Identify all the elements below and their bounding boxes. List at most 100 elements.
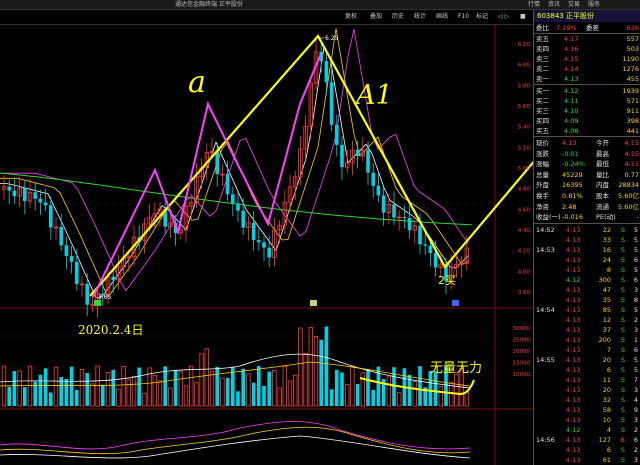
tick-row: 4.13 58 S 9 [566,406,638,414]
candle-body [407,217,412,231]
high-price-label: 6.25 [325,35,339,42]
candle-body [64,245,69,256]
tick-row: 4.12 300 S 6 [566,276,638,284]
candle-body [366,150,370,173]
ma-line [0,29,469,292]
volume-axis-label: 15000 [513,361,531,367]
volume-bar [75,390,79,406]
candle-body [428,245,433,254]
volume-bar [183,385,189,407]
volume-bar [64,379,69,406]
tick-row: 4.13 7 S 6 [566,346,638,354]
candle-body [241,210,245,228]
tick-row: 4.13 12 S 2 [566,316,638,324]
candle-body [111,276,115,280]
volume-bar [121,366,126,407]
price-axis-label: 4.40 [518,228,531,234]
tick-row: 4.13 8 S 5 [566,266,638,274]
volume-bar [188,365,194,407]
tick-row: 4.13 10 S 3 [566,416,638,424]
volume-axis: 30000 25000 20000 15000 10000 [513,326,531,378]
wave-a1-label: A1 [353,80,393,111]
volume-bars [1,326,469,407]
adjust-button[interactable]: 复权 [345,11,357,23]
indicator-line [0,421,471,450]
candle-body [433,253,438,268]
overlay-button[interactable]: 叠加 [370,11,382,23]
volume-bar [53,366,59,407]
price-axis-label: 5.20 [518,145,531,151]
candle-body [418,225,422,245]
volume-bar [335,369,339,406]
tick-row: 4.13 61 S 3 [566,456,638,464]
quote-header: 603843 正平股份 [534,10,640,22]
volume-bar [308,327,313,407]
weibi-row: 委比 7.29% 委差 626 [536,24,639,32]
volume-bar [220,377,225,407]
stats-button[interactable]: 统计 [414,11,426,23]
volume-bar [257,366,261,406]
volume-bar [303,352,308,407]
volume-bar [137,367,141,406]
mark-button[interactable]: 标记 [476,11,488,23]
candle-body [59,227,63,246]
menu-item-trade[interactable]: 交易 [568,1,580,8]
bid-row: 买三 4.10 911 [536,107,639,115]
candle-body [75,261,79,285]
f10-button[interactable]: F10 [458,11,469,23]
history-button[interactable]: 历史 [392,11,404,23]
tick-row: 4.13 200 S 1 [566,336,638,344]
volume-bar [350,365,355,407]
day-marker-icon [452,300,459,306]
volume-bar [152,374,157,407]
volume-bar [418,366,422,406]
menu-item-news[interactable]: 资讯 [548,1,560,8]
volume-bar [101,384,105,406]
volume-bar [272,370,277,407]
buy-point-label: 2买 [438,274,456,287]
volume-bar [116,388,121,407]
volume-bar [433,371,438,406]
chart-toolbar: 复权 叠加 历史 统计 画线 F10 标记 ◁ ▷ ■ [0,10,532,25]
tick-row: 14:55 4.13 20 S 5 [536,356,638,364]
volume-bar [438,386,443,407]
price-axis-label: 5.40 [518,125,531,131]
stat-row: 外盘 16395 内盘 28834 [536,181,639,190]
candles-group [1,38,469,318]
menu-item-quotes[interactable]: 行情 [528,1,540,8]
candle-body [423,244,427,246]
volume-axis-label: 10000 [513,372,531,378]
price-axis-label: 4.00 [518,269,531,275]
price-axis-label: 4.60 [518,207,531,213]
volume-bar [85,372,89,406]
tick-row: 4.13 24 S 6 [566,256,638,264]
tick-row: 4.13 37 S 3 [566,326,638,334]
volume-bar [131,375,137,407]
square-icon[interactable]: ■ [520,11,526,23]
kline-chart[interactable]: 6.25 3.65 a A1 2买 2020.2.4日 无量无力 6.20 6.0… [0,24,533,465]
window-title: 通达信金融终端 正平股份 [175,1,243,8]
menu-item-service[interactable]: 服务 [588,1,600,8]
candle-body [267,247,271,258]
price-axis-label: 4.80 [518,187,531,193]
volume-bar [23,387,27,406]
nav-arrows-icon[interactable]: ◁ ▷ [498,11,509,23]
volume-bar [282,365,287,407]
draw-button[interactable]: 画线 [436,11,448,23]
volume-bar [344,384,350,407]
candle-body [231,194,235,204]
volume-bar [262,385,266,406]
volume-bar [204,348,209,407]
volume-bar [38,374,43,406]
tick-row: 14:53 4.13 16 S 5 [536,246,638,254]
volume-bar [199,353,204,407]
tick-row: 4.13 6 S 5 [566,366,638,374]
price-axis-label: 5.60 [518,104,531,110]
tick-row: 14:54 4.13 85 S 5 [536,306,638,314]
volume-bar [464,391,469,407]
volume-bar [267,371,271,406]
weak-volume-label: 无量无力 [430,361,482,376]
volume-bar [292,374,298,407]
candle-body [38,198,43,203]
volume-bar [246,373,251,407]
